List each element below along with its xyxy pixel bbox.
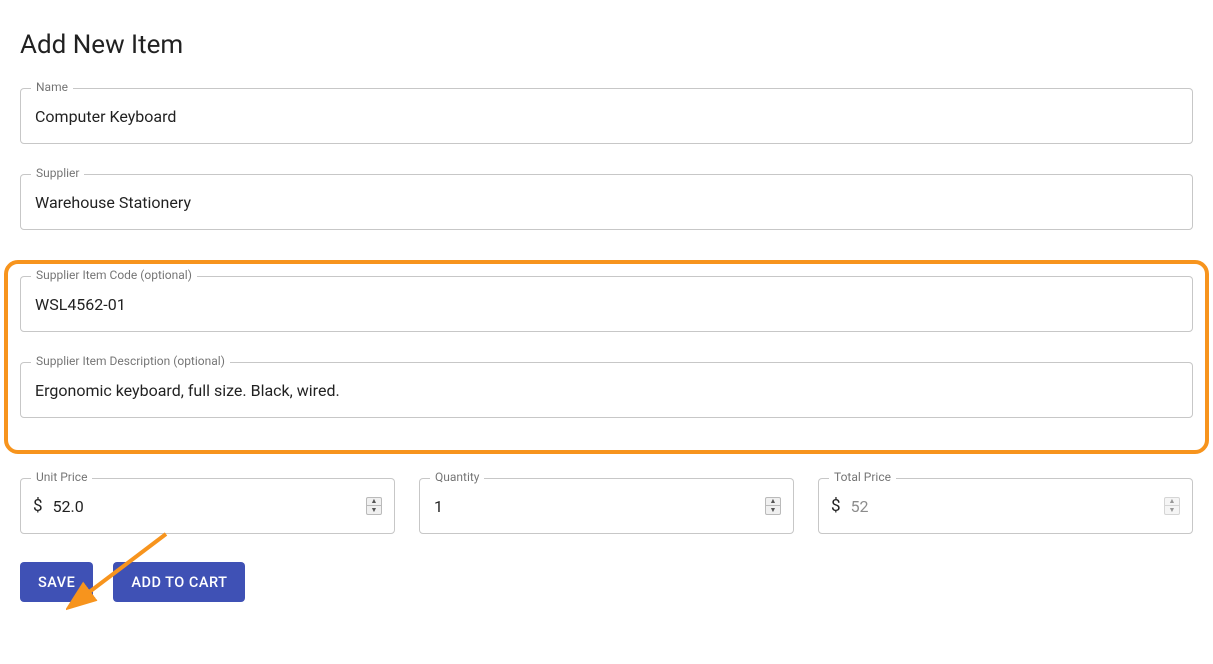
total-price-field: Total Price $ ▲ ▼ xyxy=(818,478,1193,534)
stepper-up-icon: ▲ xyxy=(1165,498,1179,506)
quantity-stepper[interactable]: ▲ ▼ xyxy=(765,497,781,515)
total-price-input xyxy=(849,481,1158,532)
supplier-field: Supplier xyxy=(20,174,1193,230)
currency-prefix: $ xyxy=(33,496,43,516)
supplier-item-desc-label: Supplier Item Description (optional) xyxy=(31,354,230,368)
unit-price-stepper[interactable]: ▲ ▼ xyxy=(366,497,382,515)
supplier-input[interactable] xyxy=(33,177,1180,228)
unit-price-label: Unit Price xyxy=(31,470,92,484)
supplier-item-desc-field: Supplier Item Description (optional) xyxy=(20,362,1193,418)
supplier-item-code-label: Supplier Item Code (optional) xyxy=(31,268,197,282)
stepper-down-icon[interactable]: ▼ xyxy=(766,506,780,514)
supplier-item-desc-input[interactable] xyxy=(33,365,1180,416)
quantity-field: Quantity ▲ ▼ xyxy=(419,478,794,534)
unit-price-input[interactable] xyxy=(51,481,360,532)
name-input[interactable] xyxy=(33,91,1180,142)
quantity-label: Quantity xyxy=(430,470,484,484)
stepper-down-icon: ▼ xyxy=(1165,506,1179,514)
name-field: Name xyxy=(20,88,1193,144)
unit-price-field: Unit Price $ ▲ ▼ xyxy=(20,478,395,534)
save-button[interactable]: SAVE xyxy=(20,562,93,602)
stepper-up-icon[interactable]: ▲ xyxy=(766,498,780,506)
name-label: Name xyxy=(31,80,73,94)
total-price-stepper: ▲ ▼ xyxy=(1164,497,1180,515)
quantity-input[interactable] xyxy=(432,481,759,532)
page-title: Add New Item xyxy=(20,30,1193,60)
supplier-item-code-field: Supplier Item Code (optional) xyxy=(20,276,1193,332)
supplier-item-code-input[interactable] xyxy=(33,279,1180,330)
stepper-down-icon[interactable]: ▼ xyxy=(367,506,381,514)
stepper-up-icon[interactable]: ▲ xyxy=(367,498,381,506)
supplier-label: Supplier xyxy=(31,166,84,180)
currency-prefix: $ xyxy=(831,496,841,516)
highlight-annotation: Supplier Item Code (optional) Supplier I… xyxy=(4,260,1209,454)
total-price-label: Total Price xyxy=(829,470,896,484)
add-to-cart-button[interactable]: ADD TO CART xyxy=(113,562,245,602)
